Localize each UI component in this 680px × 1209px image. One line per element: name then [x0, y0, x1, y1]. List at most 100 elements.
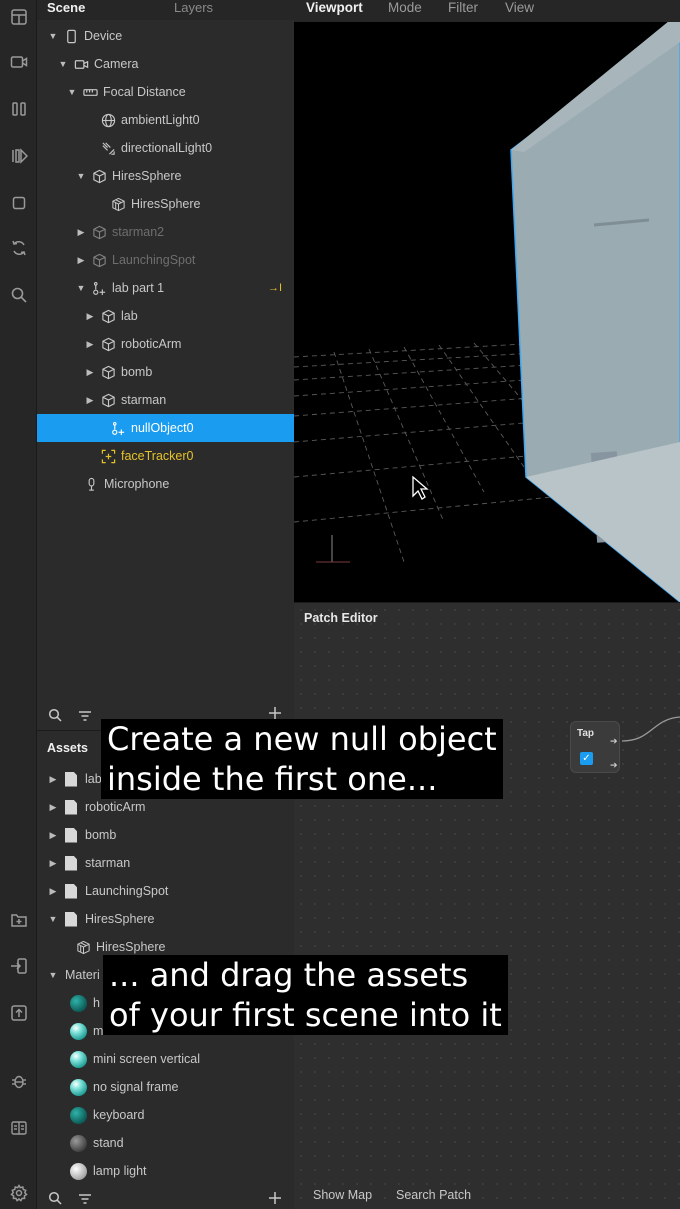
expand-arrow-right-icon[interactable]: ▶: [47, 886, 59, 897]
expand-arrow-right-icon[interactable]: ▶: [84, 339, 96, 350]
asset-item-label: m: [93, 1024, 104, 1038]
pause-panels-icon[interactable]: [0, 94, 37, 124]
expand-arrow-right-icon[interactable]: ▶: [47, 802, 59, 813]
docs-icon[interactable]: [0, 1113, 37, 1143]
scene-tree-item[interactable]: ▼ lab part 1 →I: [37, 274, 294, 302]
expand-arrow-down-icon[interactable]: ▼: [47, 31, 59, 41]
null-object-icon: [91, 280, 107, 296]
search-icon[interactable]: [48, 708, 62, 727]
scene-tree-item[interactable]: ▼ Focal Distance: [37, 78, 294, 106]
asset-item[interactable]: ▶ LaunchingSpot: [37, 877, 294, 905]
expand-arrow-down-icon[interactable]: ▼: [47, 970, 59, 980]
filter-icon[interactable]: [78, 1192, 92, 1209]
scene-tree-item-label: bomb: [121, 365, 153, 379]
ambient-light-icon: [100, 112, 116, 128]
search-icon[interactable]: [0, 280, 37, 310]
asset-item-label: lamp light: [93, 1164, 147, 1178]
layout-icon[interactable]: [0, 2, 37, 32]
tab-scene[interactable]: Scene: [47, 0, 85, 20]
asset-item[interactable]: keyboard: [37, 1101, 294, 1129]
output-port-icon[interactable]: ➔: [610, 736, 618, 747]
expand-arrow-right-icon[interactable]: ▶: [75, 255, 87, 266]
scene-tree-item[interactable]: ▼ Camera: [37, 50, 294, 78]
asset-item[interactable]: stand: [37, 1129, 294, 1157]
scene-tree-item[interactable]: directionalLight0: [37, 134, 294, 162]
material-sphere-icon: [70, 1162, 87, 1180]
cube-icon: [100, 336, 116, 352]
file-icon: [65, 855, 77, 871]
expand-arrow-down-icon[interactable]: ▼: [75, 283, 87, 293]
add-folder-icon[interactable]: [0, 905, 37, 935]
scene-tree-item[interactable]: ▶ lab: [37, 302, 294, 330]
video-icon[interactable]: [0, 47, 37, 77]
asset-item[interactable]: ▶ starman: [37, 849, 294, 877]
scene-tree-item[interactable]: HiresSphere: [37, 190, 294, 218]
tab-mode[interactable]: Mode: [388, 0, 422, 15]
scene-tree-item-label: Camera: [94, 57, 139, 71]
asset-item-label: lab: [85, 772, 102, 786]
expand-arrow-right-icon[interactable]: ▶: [75, 227, 87, 238]
asset-item[interactable]: lamp light: [37, 1157, 294, 1185]
scene-tree-item[interactable]: ▶ bomb: [37, 358, 294, 386]
scene-tree-item-label: HiresSphere: [131, 197, 201, 211]
expand-arrow-down-icon[interactable]: ▼: [47, 914, 59, 924]
output-port-icon[interactable]: ➔: [610, 760, 618, 771]
tab-filter[interactable]: Filter: [448, 0, 478, 15]
asset-item-label: roboticArm: [85, 800, 146, 814]
scene-tree-item[interactable]: ▼ Device: [37, 22, 294, 50]
scene-tree-item-label: directionalLight0: [121, 141, 213, 155]
search-patch-button[interactable]: Search Patch: [396, 1188, 471, 1202]
search-icon[interactable]: [48, 1191, 62, 1209]
viewport-canvas[interactable]: [294, 22, 680, 602]
scene-tree-item[interactable]: Microphone: [37, 470, 294, 498]
expand-arrow-right-icon[interactable]: ▶: [47, 830, 59, 841]
expand-arrow-right-icon[interactable]: ▶: [84, 395, 96, 406]
scene-tree-item[interactable]: ▶ starman2: [37, 218, 294, 246]
refresh-icon[interactable]: [0, 233, 37, 263]
material-sphere-icon: [70, 1050, 87, 1068]
tab-layers[interactable]: Layers: [174, 0, 213, 20]
patch-editor[interactable]: Patch Editor Tap ✓ ➔ ➔ Show Map Search P…: [294, 602, 680, 1209]
patch-editor-footer: Show Map Search Patch: [294, 1181, 680, 1209]
asset-item-label: bomb: [85, 828, 117, 842]
expand-arrow-right-icon[interactable]: ▶: [47, 774, 59, 785]
file-icon: [65, 883, 77, 899]
tab-viewport[interactable]: Viewport: [306, 0, 363, 15]
scene-tree-item[interactable]: ambientLight0: [37, 106, 294, 134]
checkbox-checked-icon[interactable]: ✓: [580, 752, 593, 765]
bug-icon[interactable]: [0, 1066, 37, 1096]
filter-icon[interactable]: [78, 709, 92, 727]
play-step-icon[interactable]: [0, 141, 37, 171]
stop-icon[interactable]: [0, 188, 37, 218]
cube-icon: [100, 308, 116, 324]
expand-arrow-down-icon[interactable]: ▼: [57, 59, 69, 69]
scene-tree-item[interactable]: faceTracker0: [37, 442, 294, 470]
expand-arrow-down-icon[interactable]: ▼: [66, 87, 78, 97]
scene-tree-item[interactable]: nullObject0: [37, 414, 294, 442]
assets-title: Assets: [47, 741, 88, 755]
cube-icon: [91, 252, 107, 268]
settings-gear-icon[interactable]: [0, 1178, 37, 1208]
export-icon[interactable]: [0, 998, 37, 1028]
import-icon[interactable]: [0, 951, 37, 981]
scene-tree-item[interactable]: ▶ starman: [37, 386, 294, 414]
scene-tree-item-label: starman2: [112, 225, 165, 239]
microphone-icon: [83, 476, 99, 492]
expand-arrow-right-icon[interactable]: ▶: [84, 311, 96, 322]
scene-tree-item[interactable]: ▼ HiresSphere: [37, 162, 294, 190]
tab-view[interactable]: View: [505, 0, 534, 15]
caption-bottom: ... and drag the assets of your first sc…: [103, 955, 508, 1035]
show-map-button[interactable]: Show Map: [313, 1188, 372, 1202]
expand-arrow-right-icon[interactable]: ▶: [47, 858, 59, 869]
cube-icon: [100, 392, 116, 408]
asset-item[interactable]: no signal frame: [37, 1073, 294, 1101]
expand-arrow-right-icon[interactable]: ▶: [84, 367, 96, 378]
asset-item[interactable]: ▼ HiresSphere: [37, 905, 294, 933]
link-arrow-badge-icon[interactable]: →I: [268, 282, 282, 294]
scene-tree-item[interactable]: ▶ roboticArm: [37, 330, 294, 358]
asset-item[interactable]: mini screen vertical: [37, 1045, 294, 1073]
asset-item[interactable]: ▶ bomb: [37, 821, 294, 849]
add-asset-plus-icon[interactable]: [268, 1191, 282, 1209]
scene-tree-item[interactable]: ▶ LaunchingSpot: [37, 246, 294, 274]
expand-arrow-down-icon[interactable]: ▼: [75, 171, 87, 181]
